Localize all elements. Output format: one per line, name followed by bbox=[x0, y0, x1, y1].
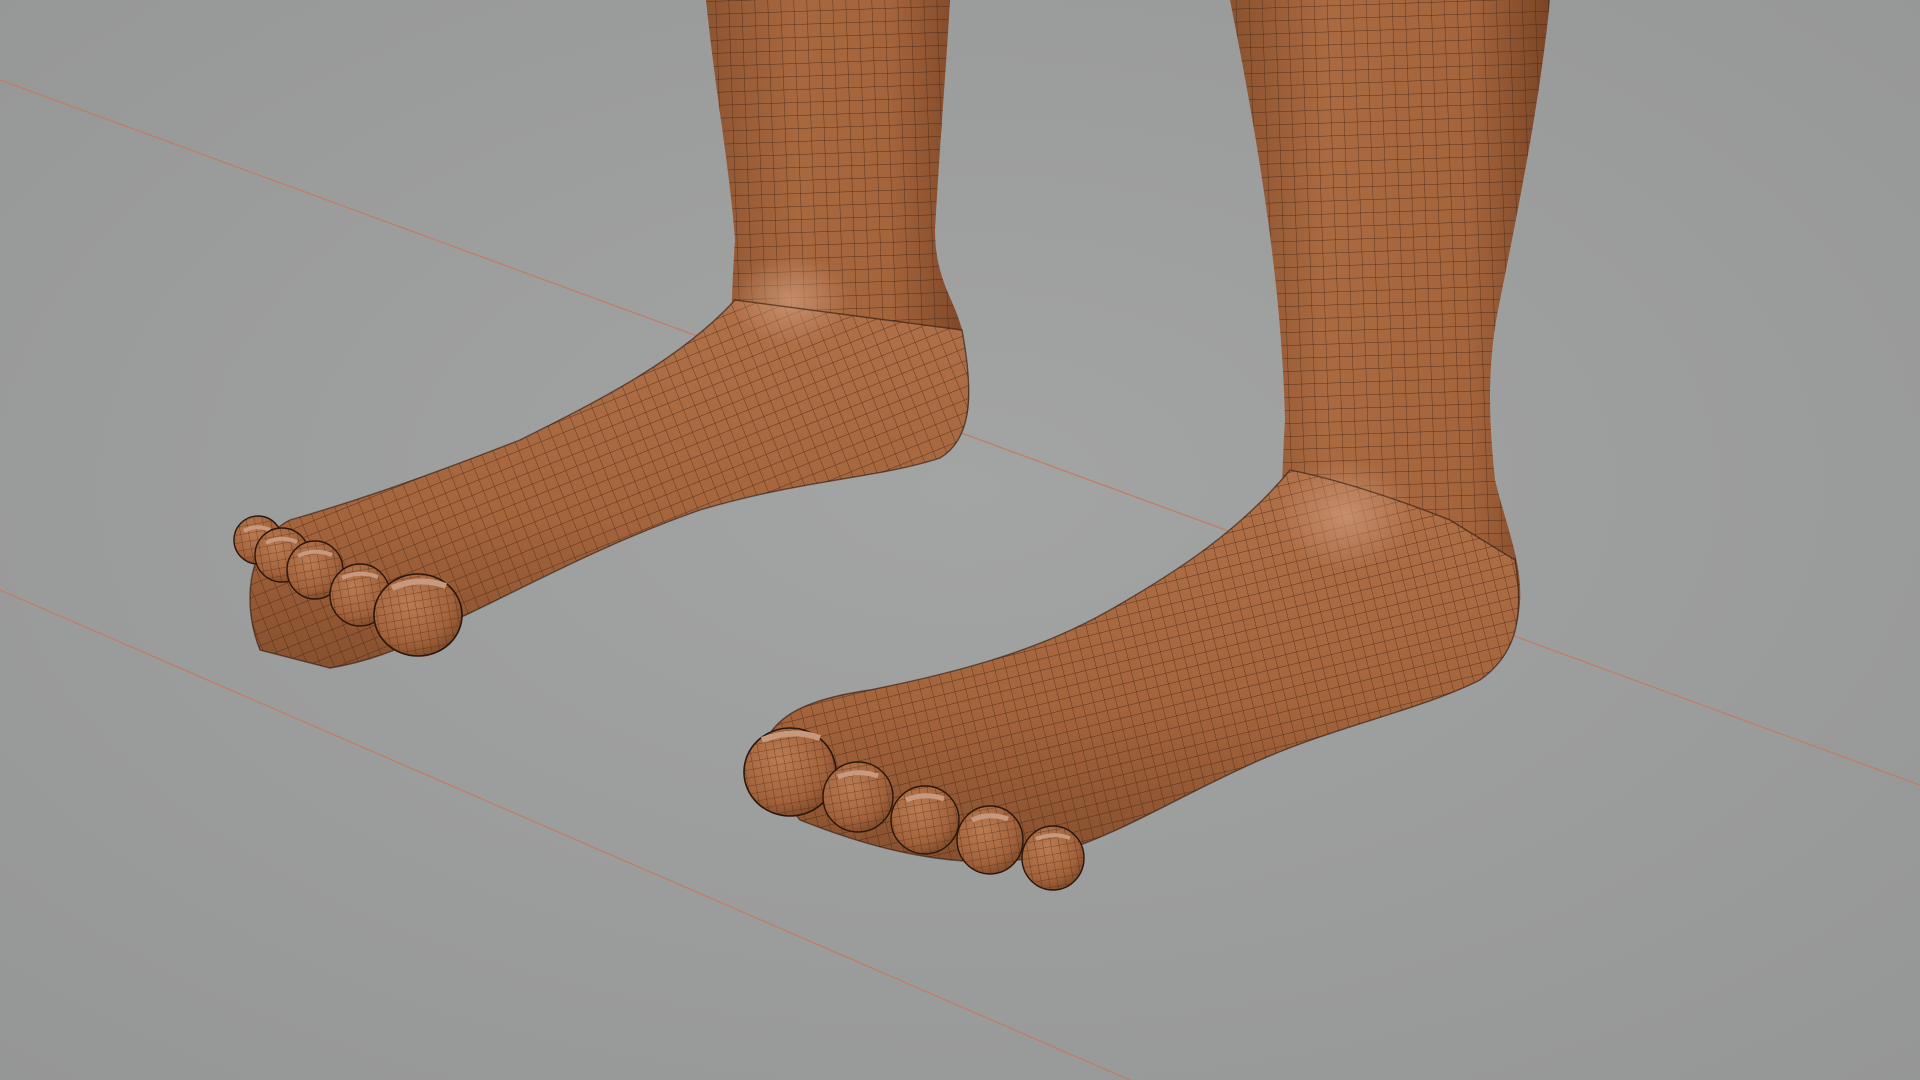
left-ankle-highlight bbox=[730, 255, 850, 345]
right-toe-2 bbox=[822, 761, 894, 833]
left-toe-big bbox=[373, 573, 463, 657]
right-toe-4 bbox=[956, 805, 1024, 875]
right-ankle-highlight bbox=[1275, 460, 1415, 570]
right-toe-5 bbox=[1021, 825, 1085, 891]
right-toe-3 bbox=[890, 785, 960, 855]
right-toe-big bbox=[743, 727, 837, 817]
viewport-canvas[interactable] bbox=[0, 0, 1920, 1080]
3d-viewport[interactable] bbox=[0, 0, 1920, 1080]
